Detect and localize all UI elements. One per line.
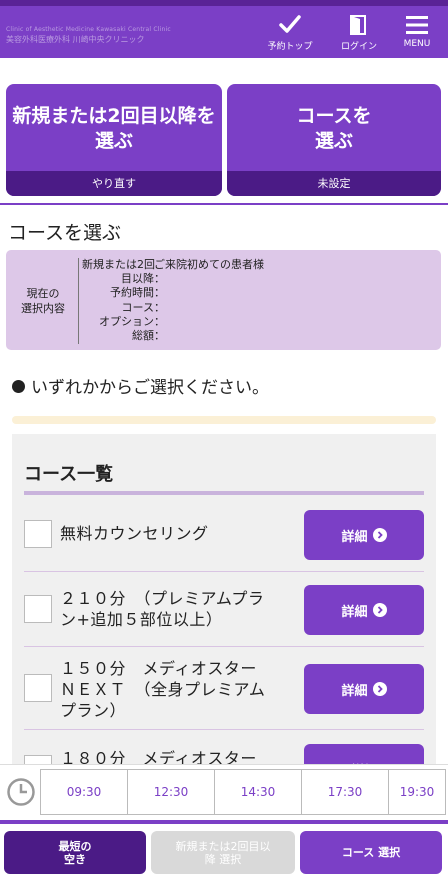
course-name: ２１０分 （プレミアムプラ ン+追加５部位以上） xyxy=(60,589,265,629)
login-button[interactable]: ログイン xyxy=(334,14,384,52)
door-icon xyxy=(350,15,366,35)
course-row[interactable]: １８０分 メディオスター 詳細 xyxy=(24,731,424,764)
menu-label: MENU xyxy=(403,39,431,49)
summary-divider xyxy=(78,258,79,344)
time-slot[interactable]: 19:30 xyxy=(389,770,445,814)
summary-row: オプション： xyxy=(99,314,165,328)
summary-row: 新規または2回ご来院初めての患者様 xyxy=(82,258,264,271)
app-header: Clinic of Aesthetic Medicine Kawasaki Ce… xyxy=(0,0,448,58)
summary-row: コース： xyxy=(121,300,165,314)
chevron-right-icon xyxy=(372,682,387,696)
current-selection-panel: 現在の 選択内容 新規または2回ご来院初めての患者様 目以降： 予約時間： コー… xyxy=(6,250,441,350)
unset-label: 未設定 xyxy=(227,171,441,196)
time-slot-bar: 09:30 12:30 14:30 17:30 19:30 xyxy=(0,764,448,820)
course-detail-button[interactable]: 詳細 xyxy=(304,744,424,764)
time-slot[interactable]: 17:30 xyxy=(302,770,389,814)
course-detail-button[interactable]: 詳細 xyxy=(304,585,424,635)
section-divider xyxy=(0,203,448,205)
menu-button[interactable]: MENU xyxy=(396,14,438,49)
course-checkbox[interactable] xyxy=(24,755,52,764)
login-label: ログイン xyxy=(340,42,377,52)
page-title: コースを選ぶ xyxy=(8,222,122,244)
summary-rows: 新規または2回ご来院初めての患者様 目以降： 予約時間： コース： オプション：… xyxy=(82,258,264,343)
course-name: １８０分 メディオスター xyxy=(60,749,257,764)
course-checkbox[interactable] xyxy=(24,520,52,548)
course-list-title: コース一覧 xyxy=(24,464,114,485)
summary-row: 総額： xyxy=(132,328,165,342)
course-select-card[interactable]: コースを 選ぶ 未設定 xyxy=(227,84,441,196)
new-or-returning-title: 新規または2回目以降を 選ぶ xyxy=(12,105,216,152)
course-row[interactable]: 無料カウンセリング 詳細 xyxy=(24,506,424,572)
selection-notice: いずれかからご選択ください。 xyxy=(12,373,269,398)
course-select-button[interactable]: コース 選択 xyxy=(300,831,442,874)
course-checkbox[interactable] xyxy=(24,674,52,702)
course-name: 無料カウンセリング xyxy=(60,524,209,543)
time-slot[interactable]: 14:30 xyxy=(215,770,302,814)
clinic-logo[interactable]: Clinic of Aesthetic Medicine Kawasaki Ce… xyxy=(6,26,176,45)
redo-label: やり直す xyxy=(6,171,222,196)
clinic-name-ja: 美容外科医療外科 川崎中央クリニック xyxy=(6,35,145,44)
earliest-availability-button[interactable]: 最短の 空き xyxy=(4,831,146,874)
course-row[interactable]: ２１０分 （プレミアムプラ ン+追加５部位以上） 詳細 xyxy=(24,573,424,647)
clock-icon xyxy=(7,778,35,806)
course-checkbox[interactable] xyxy=(24,595,52,623)
current-selection-label: 現在の 選択内容 xyxy=(21,287,65,315)
time-slot[interactable]: 09:30 xyxy=(41,770,128,814)
bullet-icon xyxy=(12,380,25,393)
new-or-returning-card[interactable]: 新規または2回目以降を 選ぶ やり直す xyxy=(6,84,222,196)
time-slot[interactable]: 12:30 xyxy=(128,770,215,814)
clinic-name-en: Clinic of Aesthetic Medicine Kawasaki Ce… xyxy=(6,26,171,33)
course-list[interactable]: コース一覧 無料カウンセリング 詳細 ２１０分 （プレミアムプラ ン+追加５部位以… xyxy=(12,434,436,764)
hamburger-icon xyxy=(406,16,428,34)
time-slot-list: 09:30 12:30 14:30 17:30 19:30 xyxy=(40,769,446,815)
chevron-right-icon xyxy=(372,528,387,542)
course-select-title: コースを 選ぶ xyxy=(296,105,372,152)
course-detail-button[interactable]: 詳細 xyxy=(304,510,424,560)
bottom-divider xyxy=(0,820,448,824)
checkmark-icon xyxy=(279,15,301,33)
course-name: １５０分 メディオスター ＮＥＸＴ （全身プレミアム プラン） xyxy=(60,659,266,720)
reservation-top-label: 予約トップ xyxy=(267,42,313,52)
summary-row: 目以降： xyxy=(121,272,165,286)
chevron-right-icon xyxy=(372,603,387,617)
course-list-underline xyxy=(24,491,424,495)
reservation-top-button[interactable]: 予約トップ xyxy=(264,14,316,52)
summary-row: 予約時間： xyxy=(110,286,165,300)
new-or-returning-select-button[interactable]: 新規または2回目以降 選択 xyxy=(151,831,295,874)
decorative-bar xyxy=(12,416,436,424)
course-detail-button[interactable]: 詳細 xyxy=(304,664,424,714)
course-row[interactable]: １５０分 メディオスター ＮＥＸＴ （全身プレミアム プラン） 詳細 xyxy=(24,648,424,730)
